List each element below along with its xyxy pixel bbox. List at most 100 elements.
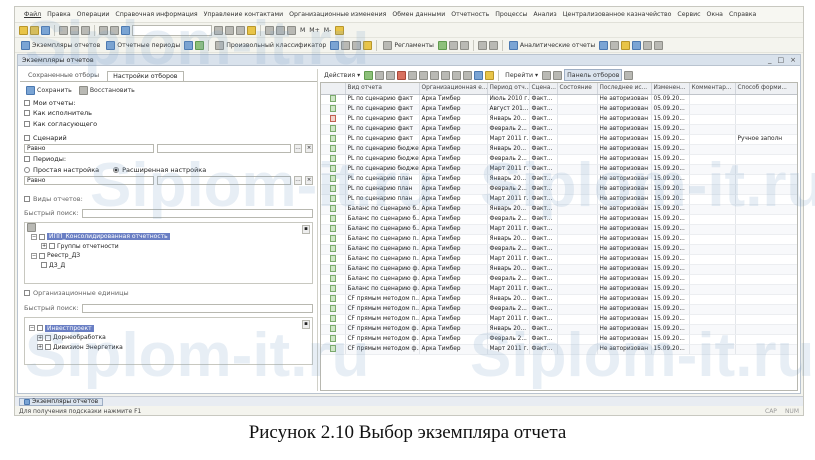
hierarchy-icon[interactable]: [452, 70, 462, 80]
table-row[interactable]: CF прямым методом п... Арка Тимбер Февраль…: [321, 304, 797, 315]
column-header[interactable]: Состояние: [557, 83, 598, 95]
column-header[interactable]: Организационная е...: [419, 83, 488, 95]
redo-icon[interactable]: [110, 25, 119, 35]
tab-filter-settings[interactable]: Настройки отборов: [107, 71, 184, 81]
save-filter-button[interactable]: Сохранить: [24, 84, 74, 96]
org-units-search-input[interactable]: [81, 303, 313, 313]
column-header[interactable]: Вид отчета: [345, 83, 420, 95]
process-icon[interactable]: [448, 40, 458, 50]
memory-buttons[interactable]: M M+ M-: [298, 24, 333, 36]
reports-icon[interactable]: [184, 40, 194, 50]
more-icon[interactable]: [624, 70, 634, 80]
copy-icon[interactable]: [70, 25, 79, 35]
clear-icon[interactable]: ×: [305, 144, 313, 154]
pivot-icon[interactable]: [599, 40, 609, 50]
list-icon[interactable]: [459, 40, 469, 50]
toolbar-search-input[interactable]: [132, 24, 212, 36]
export-icon[interactable]: [621, 40, 631, 50]
actions-menu[interactable]: Действия ▾: [322, 69, 362, 81]
info-icon[interactable]: [335, 25, 345, 35]
add-icon[interactable]: [364, 70, 374, 80]
report-types-search-input[interactable]: [81, 208, 313, 218]
periods-button[interactable]: Отчетные периоды: [104, 39, 182, 51]
lock-icon[interactable]: [643, 40, 653, 50]
table-row[interactable]: Баланс по сценарию б... Арка Тимбер Март 2…: [321, 224, 797, 235]
tree-item[interactable]: Группы отчетности: [57, 243, 119, 250]
table-row[interactable]: PL по сценарию факт Арка Тимбер Июль 2010 …: [321, 94, 797, 105]
menu-item[interactable]: Обмен данными: [389, 11, 448, 18]
restore-filter-button[interactable]: Восстановить: [77, 84, 137, 96]
search-next-icon[interactable]: [225, 25, 234, 35]
filter-panel-toggle[interactable]: Панель отборов: [564, 69, 623, 81]
tree-menu-button[interactable]: ▪: [302, 319, 310, 329]
find-icon[interactable]: [121, 25, 130, 35]
table-row[interactable]: CF прямым методом ф... Арка Тимбер Январь …: [321, 324, 797, 335]
column-header[interactable]: Последнее ис...: [597, 83, 652, 95]
table-row[interactable]: Баланс по сценарию п... Арка Тимбер Март 2…: [321, 254, 797, 265]
scenario-checkbox[interactable]: [24, 135, 30, 142]
menu-item[interactable]: Процессы: [492, 11, 530, 18]
as-approver-checkbox[interactable]: [24, 120, 30, 127]
collapse-icon[interactable]: −: [29, 325, 35, 332]
refresh-icon[interactable]: [463, 70, 473, 80]
tree-item[interactable]: ИПП_Консолидированная отчетность: [47, 233, 170, 241]
table-row[interactable]: PL по сценарию факт Арка Тимбер Январь 20.…: [321, 114, 797, 125]
menu-item[interactable]: Управление контактами: [201, 11, 287, 18]
table-row[interactable]: CF прямым методом ф... Арка Тимбер Февраль…: [321, 334, 797, 345]
tree-item[interactable]: Дивизион Энергетика: [53, 344, 123, 351]
memory-icon[interactable]: [287, 25, 296, 35]
table-row[interactable]: PL по сценарию план Арка Тимбер Февраль 2.…: [321, 184, 797, 195]
my-reports-checkbox[interactable]: [24, 99, 30, 106]
instances-button[interactable]: Экземпляры отчетов: [19, 39, 102, 51]
paste-icon[interactable]: [81, 25, 90, 35]
column-header[interactable]: Изменен...: [651, 83, 690, 95]
taskbar-item[interactable]: Экземпляры отчетов: [19, 397, 104, 406]
sync-icon[interactable]: [488, 40, 498, 50]
help-icon[interactable]: [247, 25, 256, 35]
flow-icon[interactable]: [437, 40, 447, 50]
layout-icon[interactable]: [654, 40, 664, 50]
calculator-icon[interactable]: [265, 25, 274, 35]
mark-icon[interactable]: [408, 70, 418, 80]
menu-item[interactable]: Справочная информация: [112, 11, 200, 18]
refresh-icon[interactable]: [236, 25, 245, 35]
menu-item[interactable]: Сервис: [674, 11, 703, 18]
tree-item[interactable]: ДЗ_Д: [49, 262, 65, 269]
column-header[interactable]: Сцена...: [529, 83, 558, 95]
search-prev-icon[interactable]: [214, 25, 223, 35]
menu-item[interactable]: Операции: [74, 11, 113, 18]
classifier-button[interactable]: Произвольный классификатор: [213, 39, 328, 51]
cut-icon[interactable]: [59, 25, 68, 35]
collapse-icon[interactable]: −: [31, 252, 37, 259]
open-folder-icon[interactable]: [30, 25, 39, 35]
expand-icon[interactable]: +: [41, 243, 47, 250]
menu-item[interactable]: Отчетность: [448, 11, 492, 18]
close-icon[interactable]: ×: [790, 56, 796, 64]
menu-item[interactable]: Анализ: [530, 11, 559, 18]
menu-item[interactable]: Организационные изменения: [286, 11, 389, 18]
period-condition-field[interactable]: Равно: [24, 175, 154, 185]
report-types-checkbox[interactable]: [24, 195, 30, 202]
table-row[interactable]: CF прямым методом п... Арка Тимбер Январь …: [321, 294, 797, 305]
data-icon[interactable]: [477, 40, 487, 50]
column-header[interactable]: Период отч...: [487, 83, 530, 95]
table-row[interactable]: PL по сценарию бюджет Арка Тимбер Январь 2…: [321, 144, 797, 155]
columns-icon[interactable]: [553, 70, 563, 80]
table-row[interactable]: CF прямым методом п... Арка Тимбер Март 20…: [321, 314, 797, 325]
column-header[interactable]: Комментар...: [689, 83, 736, 95]
as-executor-checkbox[interactable]: [24, 110, 30, 117]
org-units-checkbox[interactable]: [24, 289, 30, 296]
tab-saved-filters[interactable]: Сохраненные отборы: [22, 70, 105, 81]
column-header[interactable]: Способ форми...: [735, 83, 797, 95]
scenario-condition-field[interactable]: Равно: [24, 144, 154, 154]
expand-icon[interactable]: +: [37, 334, 43, 341]
table-row[interactable]: PL по сценарию бюджет Арка Тимбер Февраль …: [321, 154, 797, 165]
periods-checkbox[interactable]: [24, 156, 30, 163]
chart-icon[interactable]: [363, 40, 373, 50]
tree-item[interactable]: Дорнеобработка: [53, 334, 106, 341]
collapse-icon[interactable]: −: [31, 233, 37, 240]
minimize-icon[interactable]: _: [768, 56, 772, 64]
column-header[interactable]: [321, 83, 346, 95]
copy-icon[interactable]: [375, 70, 385, 80]
table-row[interactable]: Баланс по сценарию п... Арка Тимбер Январь…: [321, 234, 797, 245]
